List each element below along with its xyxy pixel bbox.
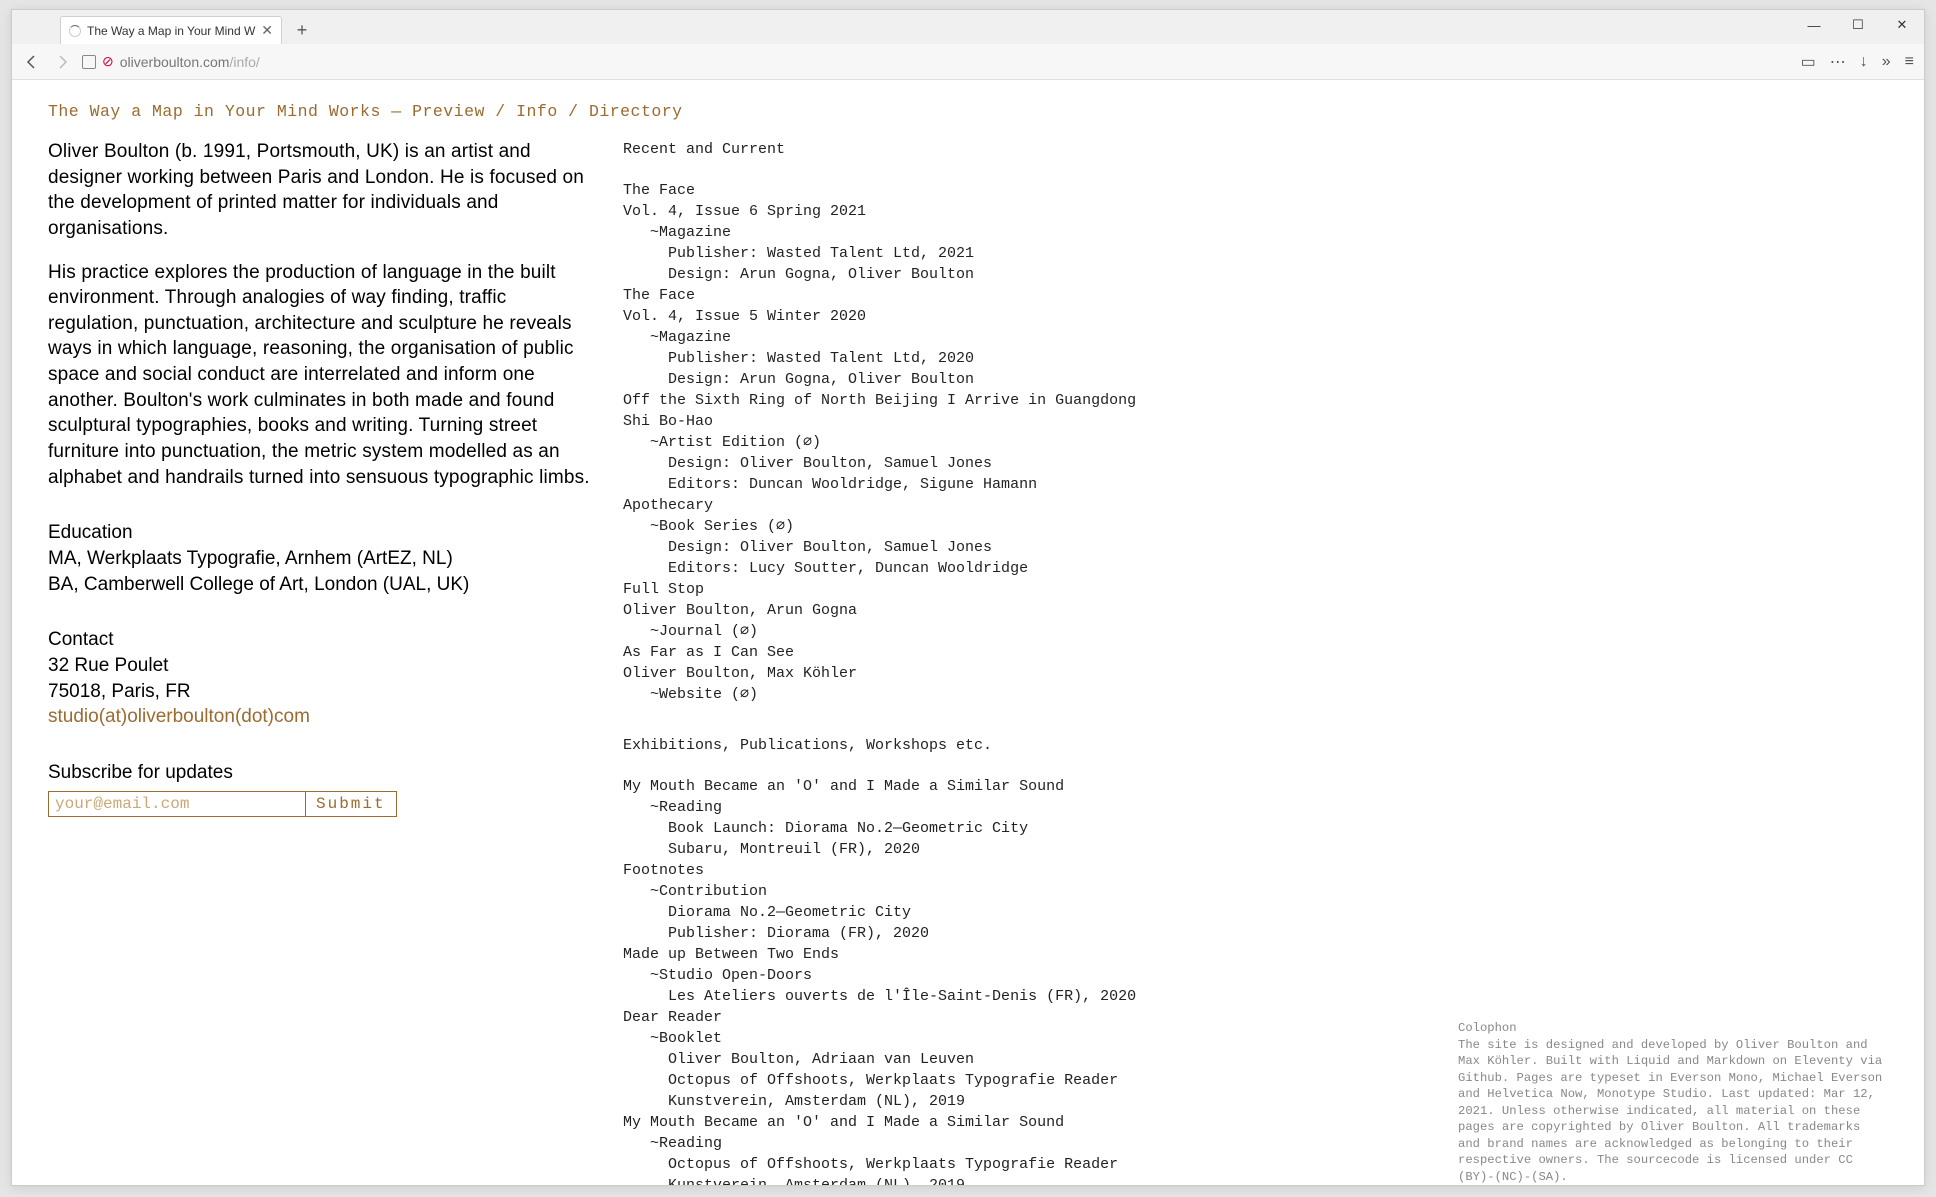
education-heading: Education (48, 520, 593, 546)
bio-paragraph-2: His practice explores the production of … (48, 260, 593, 491)
close-tab-icon[interactable]: ✕ (261, 22, 273, 39)
list-item: The Face Vol. 4, Issue 5 Winter 2020 ~Ma… (623, 285, 1888, 390)
back-button[interactable] (22, 52, 42, 72)
downloads-icon[interactable]: ↓ (1860, 53, 1868, 71)
minimize-button[interactable]: — (1792, 10, 1836, 40)
reader-mode-icon[interactable]: ▭ (1801, 52, 1816, 72)
education-line: BA, Camberwell College of Art, London (U… (48, 572, 593, 598)
window-controls: — ☐ ✕ (1792, 10, 1924, 40)
education-line: MA, Werkplaats Typografie, Arnhem (ArtEZ… (48, 546, 593, 572)
contact-line: 75018, Paris, FR (48, 679, 593, 705)
section-heading: Exhibitions, Publications, Workshops etc… (623, 735, 1888, 756)
loading-spinner-icon (69, 25, 81, 37)
arrow-left-icon (24, 54, 40, 70)
url-text: oliverboulton.com/info/ (120, 54, 260, 70)
page-actions-icon[interactable]: ⋯ (1830, 52, 1846, 72)
bio-paragraph-1: Oliver Boulton (b. 1991, Portsmouth, UK)… (48, 139, 593, 242)
submit-button[interactable]: Submit (306, 791, 397, 817)
list-item: Off the Sixth Ring of North Beijing I Ar… (623, 390, 1888, 495)
forward-button[interactable] (52, 52, 72, 72)
list-item: Full Stop Oliver Boulton, Arun Gogna ~Jo… (623, 579, 1888, 642)
contact-line: 32 Rue Poulet (48, 653, 593, 679)
breadcrumb-title[interactable]: The Way a Map in Your Mind Works (48, 102, 381, 121)
url-field[interactable]: ⊘ oliverboulton.com/info/ (82, 53, 1791, 70)
insecure-lock-icon: ⊘ (102, 53, 114, 70)
email-input[interactable] (48, 791, 306, 817)
list-item: Apothecary ~Book Series (⌀) Design: Oliv… (623, 495, 1888, 579)
browser-tab[interactable]: The Way a Map in Your Mind W ✕ (60, 16, 282, 44)
menu-icon[interactable]: ≡ (1905, 53, 1914, 71)
breadcrumb-directory[interactable]: Directory (589, 102, 683, 121)
breadcrumb-preview[interactable]: Preview (412, 102, 485, 121)
colophon: Colophon The site is designed and develo… (1458, 1020, 1888, 1185)
new-tab-button[interactable]: + (290, 18, 314, 42)
list-item: My Mouth Became an 'O' and I Made a Simi… (623, 776, 1888, 860)
subscribe-heading: Subscribe for updates (48, 760, 593, 786)
breadcrumb-info[interactable]: Info (516, 102, 558, 121)
list-item: The Face Vol. 4, Issue 6 Spring 2021 ~Ma… (623, 180, 1888, 285)
list-item: As Far as I Can See Oliver Boulton, Max … (623, 642, 1888, 705)
subscribe-block: Subscribe for updates Submit (48, 760, 593, 818)
maximize-button[interactable]: ☐ (1836, 10, 1880, 40)
list-item: Made up Between Two Ends ~Studio Open-Do… (623, 944, 1888, 1007)
page-content: The Way a Map in Your Mind Works — Previ… (12, 80, 1924, 1185)
overflow-icon[interactable]: » (1882, 53, 1891, 71)
address-bar: ⊘ oliverboulton.com/info/ ▭ ⋯ ↓ » ≡ (12, 44, 1924, 80)
tab-title: The Way a Map in Your Mind W (87, 24, 255, 38)
list-item: Footnotes ~Contribution Diorama No.2—Geo… (623, 860, 1888, 944)
colophon-body: The site is designed and developed by Ol… (1458, 1037, 1888, 1185)
breadcrumb: The Way a Map in Your Mind Works — Previ… (48, 102, 1888, 121)
shield-icon (82, 55, 96, 69)
contact-block: Contact 32 Rue Poulet 75018, Paris, FR s… (48, 627, 593, 730)
toolbar-right: ▭ ⋯ ↓ » ≡ (1801, 52, 1914, 72)
close-window-button[interactable]: ✕ (1880, 10, 1924, 40)
email-link[interactable]: studio(at)oliverboulton(dot)com (48, 704, 593, 730)
tab-bar: The Way a Map in Your Mind W ✕ + (12, 10, 1924, 44)
education-block: Education MA, Werkplaats Typografie, Arn… (48, 520, 593, 597)
section-heading: Recent and Current (623, 139, 1888, 160)
arrow-right-icon (54, 54, 70, 70)
left-column: Oliver Boulton (b. 1991, Portsmouth, UK)… (48, 139, 593, 1185)
browser-window: — ☐ ✕ The Way a Map in Your Mind W ✕ + ⊘… (11, 9, 1925, 1186)
colophon-heading: Colophon (1458, 1020, 1888, 1036)
contact-heading: Contact (48, 627, 593, 653)
